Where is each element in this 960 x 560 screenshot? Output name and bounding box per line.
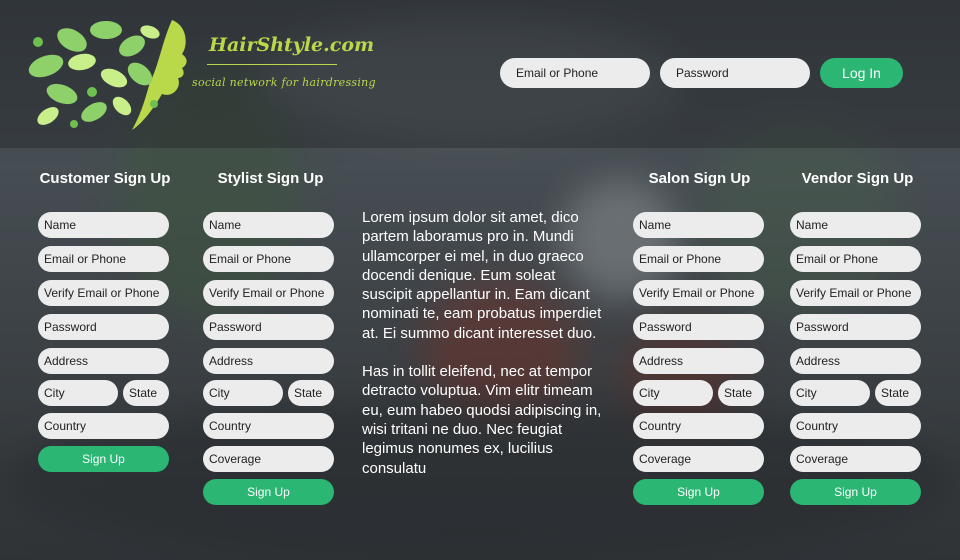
salon-signup-title: Salon Sign Up bbox=[648, 170, 751, 187]
stylist-password-input[interactable] bbox=[203, 314, 334, 340]
brand-divider bbox=[207, 64, 337, 65]
salon-coverage-input[interactable] bbox=[633, 446, 764, 472]
customer-email-input[interactable] bbox=[38, 246, 169, 272]
stylist-signup-title: Stylist Sign Up bbox=[217, 170, 324, 187]
stylist-signup-button[interactable]: Sign Up bbox=[203, 479, 334, 505]
login-email-input[interactable] bbox=[500, 58, 650, 88]
intro-text: Lorem ipsum dolor sit amet, dico partem … bbox=[362, 208, 602, 497]
stylist-verify-email-input[interactable] bbox=[203, 280, 334, 306]
vendor-name-input[interactable] bbox=[790, 212, 921, 238]
vendor-state-input[interactable] bbox=[875, 380, 921, 406]
customer-country-input[interactable] bbox=[38, 413, 169, 439]
customer-password-input[interactable] bbox=[38, 314, 169, 340]
vendor-country-input[interactable] bbox=[790, 413, 921, 439]
customer-signup-button[interactable]: Sign Up bbox=[38, 446, 169, 472]
salon-signup-button[interactable]: Sign Up bbox=[633, 479, 764, 505]
brand-name: HairShtyle.com bbox=[209, 34, 375, 56]
stylist-coverage-input[interactable] bbox=[203, 446, 334, 472]
vendor-signup-button[interactable]: Sign Up bbox=[790, 479, 921, 505]
salon-password-input[interactable] bbox=[633, 314, 764, 340]
salon-email-input[interactable] bbox=[633, 246, 764, 272]
salon-city-input[interactable] bbox=[633, 380, 713, 406]
vendor-city-input[interactable] bbox=[790, 380, 870, 406]
vendor-password-input[interactable] bbox=[790, 314, 921, 340]
brand-tagline: social network for hairdressing bbox=[192, 76, 376, 89]
stylist-state-input[interactable] bbox=[288, 380, 334, 406]
salon-verify-email-input[interactable] bbox=[633, 280, 764, 306]
login-password-input[interactable] bbox=[660, 58, 810, 88]
customer-address-input[interactable] bbox=[38, 348, 169, 374]
customer-verify-email-input[interactable] bbox=[38, 280, 169, 306]
customer-name-input[interactable] bbox=[38, 212, 169, 238]
intro-paragraph-2: Has in tollit eleifend, nec at tempor de… bbox=[362, 363, 602, 477]
stylist-country-input[interactable] bbox=[203, 413, 334, 439]
stylist-address-input[interactable] bbox=[203, 348, 334, 374]
salon-state-input[interactable] bbox=[718, 380, 764, 406]
customer-state-input[interactable] bbox=[123, 380, 169, 406]
salon-address-input[interactable] bbox=[633, 348, 764, 374]
customer-city-input[interactable] bbox=[38, 380, 118, 406]
login-button[interactable]: Log In bbox=[820, 58, 903, 88]
salon-name-input[interactable] bbox=[633, 212, 764, 238]
vendor-coverage-input[interactable] bbox=[790, 446, 921, 472]
vendor-address-input[interactable] bbox=[790, 348, 921, 374]
vendor-signup-title: Vendor Sign Up bbox=[801, 170, 914, 187]
vendor-verify-email-input[interactable] bbox=[790, 280, 921, 306]
customer-signup-title: Customer Sign Up bbox=[39, 170, 171, 187]
logo-icon bbox=[28, 20, 187, 130]
vendor-email-input[interactable] bbox=[790, 246, 921, 272]
stylist-name-input[interactable] bbox=[203, 212, 334, 238]
intro-paragraph-1: Lorem ipsum dolor sit amet, dico partem … bbox=[362, 209, 602, 342]
stylist-city-input[interactable] bbox=[203, 380, 283, 406]
salon-country-input[interactable] bbox=[633, 413, 764, 439]
stylist-email-input[interactable] bbox=[203, 246, 334, 272]
